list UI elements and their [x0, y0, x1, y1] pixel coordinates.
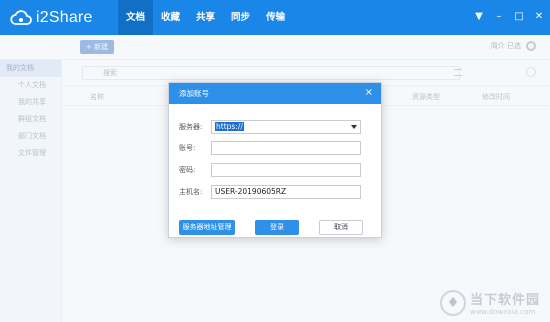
password-label: 密码: — [179, 166, 196, 174]
cancel-button[interactable]: 取消 — [319, 220, 363, 235]
window-controls: ▼ – □ ✕ — [474, 10, 544, 24]
hostname-label: 主机名: — [179, 188, 203, 196]
maximize-icon[interactable]: □ — [514, 10, 524, 24]
dialog-header: 添加账号 × — [169, 83, 381, 104]
cloud-icon — [10, 10, 32, 25]
password-input[interactable] — [211, 163, 361, 177]
title-bar: i2Share 文档 收藏 共享 同步 传输 ▼ – □ ✕ — [0, 0, 550, 35]
server-select[interactable]: https:// — [211, 120, 361, 134]
menu-dropdown-icon[interactable]: ▼ — [474, 10, 484, 24]
server-manage-button[interactable]: 服务器地址管理 — [179, 220, 235, 235]
hostname-row: 主机名: USER-20190605RZ — [169, 185, 383, 199]
tab-transfer[interactable]: 传输 — [258, 0, 293, 35]
chevron-down-icon — [351, 125, 357, 129]
tab-favorites[interactable]: 收藏 — [153, 0, 188, 35]
dialog-title: 添加账号 — [179, 89, 209, 98]
close-icon[interactable]: ✕ — [534, 10, 544, 24]
watermark-title: 当下软件园 — [469, 293, 540, 308]
add-account-dialog: 添加账号 × 服务器: https:// 账号: 密码: 主机名: USER-2… — [168, 82, 382, 238]
tab-share[interactable]: 共享 — [188, 0, 223, 35]
app-logo: i2Share — [10, 7, 93, 29]
watermark-url: www.downxia.com — [469, 308, 536, 316]
server-label: 服务器: — [179, 123, 203, 131]
close-icon[interactable]: × — [365, 86, 373, 100]
password-row: 密码: — [169, 163, 383, 177]
account-input[interactable] — [211, 141, 361, 155]
server-row: 服务器: https:// — [169, 120, 383, 134]
watermark-logo-icon: ♦ — [439, 289, 466, 316]
account-row: 账号: — [169, 141, 383, 155]
login-button[interactable]: 登录 — [255, 220, 299, 235]
main-nav: 文档 收藏 共享 同步 传输 — [118, 0, 293, 35]
account-label: 账号: — [179, 144, 196, 152]
server-select-value: https:// — [215, 122, 244, 131]
watermark: ♦ 当下软件园 www.downxia.com — [439, 289, 540, 316]
watermark-text: 当下软件园 www.downxia.com — [470, 289, 540, 316]
hostname-input[interactable]: USER-20190605RZ — [211, 185, 361, 199]
tab-sync[interactable]: 同步 — [223, 0, 258, 35]
minimize-icon[interactable]: – — [494, 10, 504, 24]
tab-documents[interactable]: 文档 — [118, 0, 154, 35]
app-name: i2Share — [36, 9, 93, 26]
